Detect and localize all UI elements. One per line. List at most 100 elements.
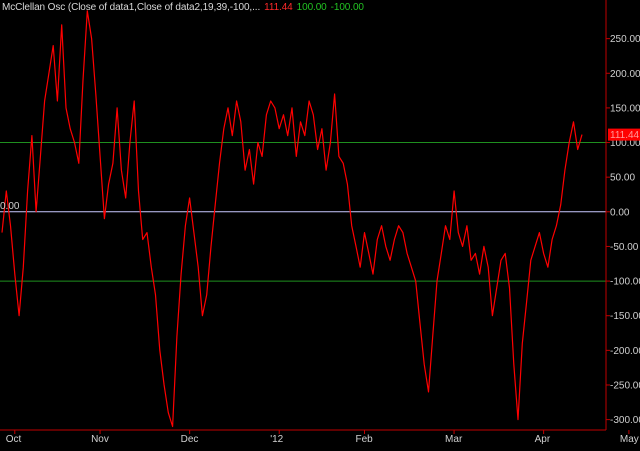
- data-point: [535, 246, 536, 247]
- data-point: [385, 246, 386, 247]
- data-point: [125, 197, 126, 198]
- data-point: [262, 156, 263, 157]
- data-point: [121, 170, 122, 171]
- data-point: [466, 225, 467, 226]
- data-point: [564, 170, 565, 171]
- data-point: [492, 315, 493, 316]
- data-point: [500, 260, 501, 261]
- data-point: [249, 149, 250, 150]
- data-point: [257, 142, 258, 143]
- data-point: [198, 267, 199, 268]
- data-point: [454, 190, 455, 191]
- data-point: [236, 100, 237, 101]
- zero-level-label: 0.00: [0, 201, 20, 212]
- data-point: [441, 253, 442, 254]
- data-point: [483, 246, 484, 247]
- y-tick-label: -200.00: [610, 346, 640, 357]
- data-point: [112, 163, 113, 164]
- data-point: [355, 246, 356, 247]
- chart-container: 0.00 250.00 200.00 150.00 100.00 50.00 0.00 -50…: [0, 0, 640, 446]
- data-point: [181, 274, 182, 275]
- data-point: [509, 287, 510, 288]
- data-point: [321, 128, 322, 129]
- data-point: [313, 114, 314, 115]
- data-point: [381, 225, 382, 226]
- data-point: [543, 253, 544, 254]
- data-point: [283, 114, 284, 115]
- data-point: [232, 135, 233, 136]
- data-point: [368, 253, 369, 254]
- data-point: [547, 267, 548, 268]
- data-point: [402, 232, 403, 233]
- data-point: [138, 190, 139, 191]
- data-point: [581, 134, 582, 135]
- data-point: [104, 218, 105, 219]
- x-tick-label: Feb: [356, 434, 374, 445]
- data-point: [57, 100, 58, 101]
- data-point: [23, 267, 24, 268]
- data-point: [304, 135, 305, 136]
- data-point: [398, 225, 399, 226]
- data-point: [334, 93, 335, 94]
- data-point: [326, 170, 327, 171]
- data-point: [70, 128, 71, 129]
- data-point: [351, 225, 352, 226]
- x-tick-label: Nov: [91, 434, 109, 445]
- data-point: [505, 253, 506, 254]
- data-point: [100, 156, 101, 157]
- data-point: [129, 142, 130, 143]
- data-point: [82, 80, 83, 81]
- data-point: [151, 267, 152, 268]
- y-tick-label: 200.00: [610, 69, 640, 80]
- data-point: [394, 239, 395, 240]
- data-point: [159, 350, 160, 351]
- data-point: [134, 100, 135, 101]
- data-point: [296, 156, 297, 157]
- data-point: [347, 184, 348, 185]
- data-point: [488, 267, 489, 268]
- data-point: [27, 190, 28, 191]
- x-tick-label: Apr: [535, 434, 551, 445]
- data-point: [372, 274, 373, 275]
- data-point: [287, 135, 288, 136]
- data-point: [530, 260, 531, 261]
- y-tick-label: -250.00: [610, 380, 640, 391]
- data-point: [219, 163, 220, 164]
- data-point: [40, 156, 41, 157]
- y-tick-label: -100.00: [610, 277, 640, 288]
- data-point: [108, 184, 109, 185]
- indicator-name: McClellan Osc (Close of data1,Close of d…: [2, 2, 261, 13]
- data-point: [240, 121, 241, 122]
- indicator-lower-level: -100.00: [330, 2, 364, 13]
- data-point: [300, 121, 301, 122]
- data-point: [419, 322, 420, 323]
- data-point: [168, 412, 169, 413]
- last-value-label: 111.44: [610, 130, 640, 141]
- data-point: [164, 384, 165, 385]
- data-point: [577, 149, 578, 150]
- data-point: [172, 426, 173, 427]
- data-point: [6, 190, 7, 191]
- data-point: [317, 149, 318, 150]
- data-point: [552, 239, 553, 240]
- data-point: [14, 274, 15, 275]
- data-point: [279, 128, 280, 129]
- data-point: [415, 281, 416, 282]
- data-point: [479, 274, 480, 275]
- data-point: [19, 315, 20, 316]
- data-point: [522, 343, 523, 344]
- data-point: [202, 315, 203, 316]
- data-point: [517, 419, 518, 420]
- data-point: [411, 267, 412, 268]
- data-point: [223, 128, 224, 129]
- data-point: [338, 156, 339, 157]
- x-tick-label: Oct: [6, 434, 22, 445]
- data-point: [390, 260, 391, 261]
- data-point: [206, 294, 207, 295]
- data-point: [462, 246, 463, 247]
- data-point: [471, 260, 472, 261]
- data-point: [266, 114, 267, 115]
- data-point: [117, 107, 118, 108]
- data-point: [193, 232, 194, 233]
- y-tick-label: -50.00: [610, 242, 639, 253]
